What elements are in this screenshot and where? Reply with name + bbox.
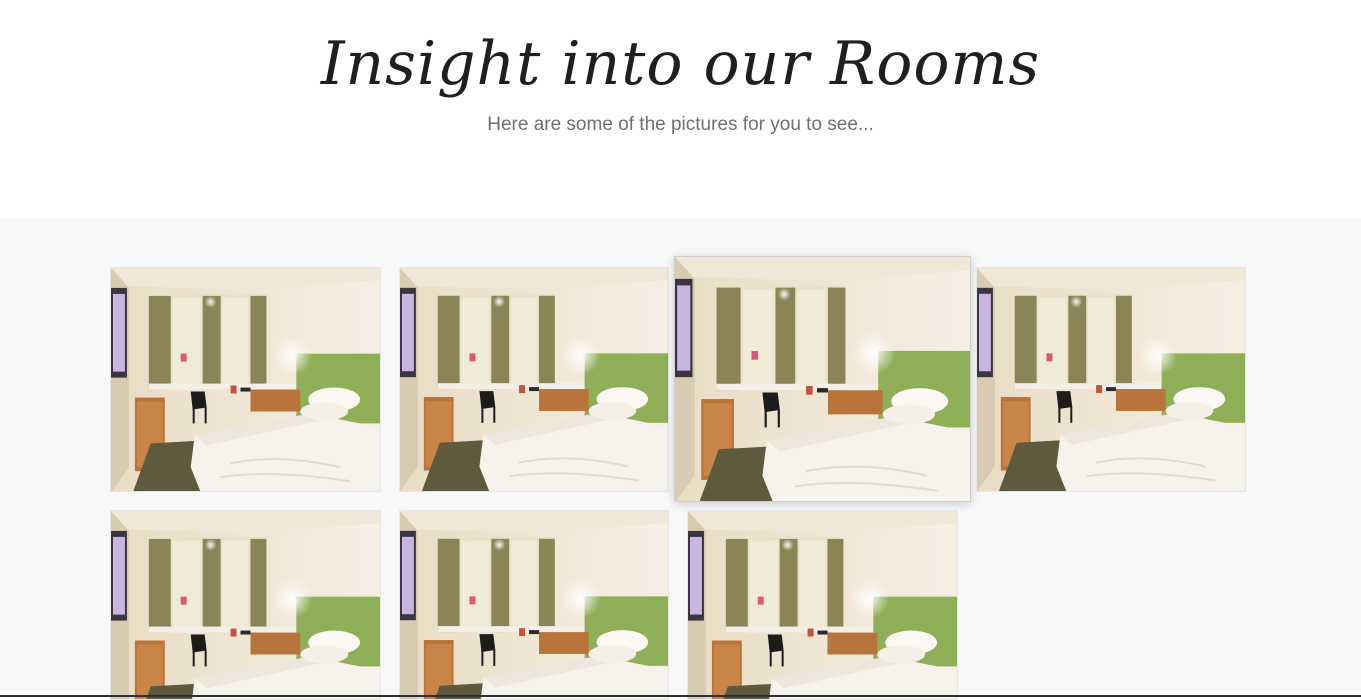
room-image <box>400 511 668 699</box>
room-image <box>400 268 668 491</box>
gallery-photo-5[interactable] <box>110 510 381 700</box>
gallery-photo-7[interactable] <box>687 510 958 700</box>
gallery-photo-3[interactable] <box>674 256 971 502</box>
gallery-photo-6[interactable] <box>399 510 669 700</box>
gallery-photo-4[interactable] <box>976 267 1246 492</box>
page-title: Insight into our Rooms <box>320 29 1041 99</box>
gallery-photo-1[interactable] <box>110 267 381 492</box>
room-image <box>111 511 380 699</box>
room-image <box>675 257 970 501</box>
photo-gallery <box>0 218 1361 700</box>
gallery-photo-2[interactable] <box>399 267 669 492</box>
page-subtitle: Here are some of the pictures for you to… <box>487 114 874 135</box>
section-header: Insight into our Rooms Here are some of … <box>0 0 1361 218</box>
room-image <box>977 268 1245 491</box>
room-image <box>111 268 380 491</box>
room-image <box>688 511 957 699</box>
